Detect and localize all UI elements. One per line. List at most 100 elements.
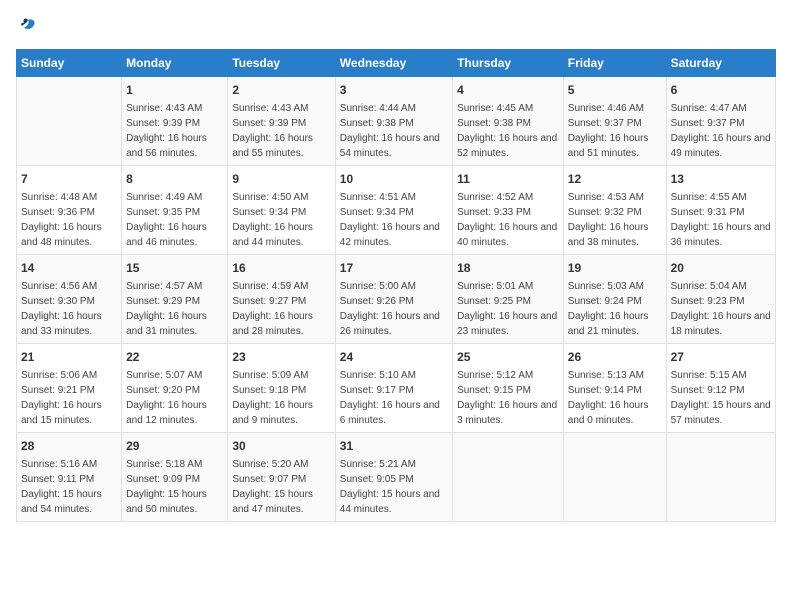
sunset: Sunset: 9:12 PM [671,385,745,396]
sunrise: Sunrise: 4:49 AM [126,192,202,203]
day-number: 11 [457,170,559,188]
day-number: 6 [671,81,771,99]
calendar-cell: 21 Sunrise: 5:06 AM Sunset: 9:21 PM Dayl… [17,344,122,433]
calendar-cell [666,433,775,522]
day-number: 17 [340,259,448,277]
calendar-cell: 11 Sunrise: 4:52 AM Sunset: 9:33 PM Dayl… [453,166,564,255]
sunrise: Sunrise: 5:00 AM [340,281,416,292]
day-info: Sunrise: 4:50 AM Sunset: 9:34 PM Dayligh… [232,190,330,250]
calendar-cell: 5 Sunrise: 4:46 AM Sunset: 9:37 PM Dayli… [563,77,666,166]
day-info: Sunrise: 5:16 AM Sunset: 9:11 PM Dayligh… [21,457,117,517]
logo [16,16,38,41]
day-info: Sunrise: 5:20 AM Sunset: 9:07 PM Dayligh… [232,457,330,517]
day-info: Sunrise: 4:43 AM Sunset: 9:39 PM Dayligh… [126,101,223,161]
calendar-cell [453,433,564,522]
day-info: Sunrise: 5:01 AM Sunset: 9:25 PM Dayligh… [457,279,559,339]
calendar-cell: 17 Sunrise: 5:00 AM Sunset: 9:26 PM Dayl… [335,255,452,344]
calendar-body: 1 Sunrise: 4:43 AM Sunset: 9:39 PM Dayli… [17,77,776,522]
calendar-cell: 14 Sunrise: 4:56 AM Sunset: 9:30 PM Dayl… [17,255,122,344]
day-info: Sunrise: 4:51 AM Sunset: 9:34 PM Dayligh… [340,190,448,250]
week-row-5: 28 Sunrise: 5:16 AM Sunset: 9:11 PM Dayl… [17,433,776,522]
sunset: Sunset: 9:38 PM [457,118,531,129]
day-info: Sunrise: 5:06 AM Sunset: 9:21 PM Dayligh… [21,368,117,428]
calendar-cell: 3 Sunrise: 4:44 AM Sunset: 9:38 PM Dayli… [335,77,452,166]
day-info: Sunrise: 4:43 AM Sunset: 9:39 PM Dayligh… [232,101,330,161]
calendar-cell: 31 Sunrise: 5:21 AM Sunset: 9:05 PM Dayl… [335,433,452,522]
daylight: Daylight: 16 hours and 38 minutes. [568,222,649,248]
day-info: Sunrise: 4:49 AM Sunset: 9:35 PM Dayligh… [126,190,223,250]
sunrise: Sunrise: 5:04 AM [671,281,747,292]
day-number: 27 [671,348,771,366]
week-row-1: 1 Sunrise: 4:43 AM Sunset: 9:39 PM Dayli… [17,77,776,166]
day-info: Sunrise: 4:52 AM Sunset: 9:33 PM Dayligh… [457,190,559,250]
weekday-header-thursday: Thursday [453,50,564,77]
daylight: Daylight: 16 hours and 40 minutes. [457,222,557,248]
sunset: Sunset: 9:25 PM [457,296,531,307]
sunset: Sunset: 9:32 PM [568,207,642,218]
day-number: 26 [568,348,662,366]
day-number: 21 [21,348,117,366]
sunset: Sunset: 9:23 PM [671,296,745,307]
sunrise: Sunrise: 4:47 AM [671,103,747,114]
sunrise: Sunrise: 4:50 AM [232,192,308,203]
calendar-cell: 8 Sunrise: 4:49 AM Sunset: 9:35 PM Dayli… [122,166,228,255]
daylight: Daylight: 15 hours and 44 minutes. [340,489,440,515]
day-number: 23 [232,348,330,366]
calendar-cell: 19 Sunrise: 5:03 AM Sunset: 9:24 PM Dayl… [563,255,666,344]
calendar-cell: 25 Sunrise: 5:12 AM Sunset: 9:15 PM Dayl… [453,344,564,433]
daylight: Daylight: 16 hours and 18 minutes. [671,311,771,337]
day-number: 20 [671,259,771,277]
sunset: Sunset: 9:34 PM [232,207,306,218]
calendar-table: SundayMondayTuesdayWednesdayThursdayFrid… [16,49,776,522]
day-info: Sunrise: 4:48 AM Sunset: 9:36 PM Dayligh… [21,190,117,250]
day-info: Sunrise: 5:13 AM Sunset: 9:14 PM Dayligh… [568,368,662,428]
sunset: Sunset: 9:37 PM [568,118,642,129]
sunrise: Sunrise: 4:43 AM [232,103,308,114]
daylight: Daylight: 16 hours and 55 minutes. [232,133,313,159]
daylight: Daylight: 16 hours and 3 minutes. [457,400,557,426]
daylight: Daylight: 16 hours and 15 minutes. [21,400,102,426]
calendar-cell: 13 Sunrise: 4:55 AM Sunset: 9:31 PM Dayl… [666,166,775,255]
calendar-cell: 16 Sunrise: 4:59 AM Sunset: 9:27 PM Dayl… [228,255,335,344]
day-number: 10 [340,170,448,188]
sunrise: Sunrise: 5:07 AM [126,370,202,381]
day-info: Sunrise: 4:59 AM Sunset: 9:27 PM Dayligh… [232,279,330,339]
daylight: Daylight: 16 hours and 46 minutes. [126,222,207,248]
sunset: Sunset: 9:24 PM [568,296,642,307]
sunrise: Sunrise: 4:51 AM [340,192,416,203]
calendar-cell: 10 Sunrise: 4:51 AM Sunset: 9:34 PM Dayl… [335,166,452,255]
daylight: Daylight: 15 hours and 57 minutes. [671,400,771,426]
daylight: Daylight: 16 hours and 28 minutes. [232,311,313,337]
day-info: Sunrise: 5:10 AM Sunset: 9:17 PM Dayligh… [340,368,448,428]
day-number: 19 [568,259,662,277]
daylight: Daylight: 16 hours and 26 minutes. [340,311,440,337]
sunrise: Sunrise: 5:01 AM [457,281,533,292]
sunrise: Sunrise: 5:09 AM [232,370,308,381]
day-number: 7 [21,170,117,188]
sunset: Sunset: 9:29 PM [126,296,200,307]
sunset: Sunset: 9:18 PM [232,385,306,396]
day-info: Sunrise: 4:45 AM Sunset: 9:38 PM Dayligh… [457,101,559,161]
daylight: Daylight: 16 hours and 44 minutes. [232,222,313,248]
day-number: 31 [340,437,448,455]
day-info: Sunrise: 5:07 AM Sunset: 9:20 PM Dayligh… [126,368,223,428]
weekday-header-row: SundayMondayTuesdayWednesdayThursdayFrid… [17,50,776,77]
day-number: 13 [671,170,771,188]
day-info: Sunrise: 5:18 AM Sunset: 9:09 PM Dayligh… [126,457,223,517]
sunrise: Sunrise: 5:13 AM [568,370,644,381]
day-info: Sunrise: 4:56 AM Sunset: 9:30 PM Dayligh… [21,279,117,339]
day-number: 22 [126,348,223,366]
sunrise: Sunrise: 5:20 AM [232,459,308,470]
weekday-header-tuesday: Tuesday [228,50,335,77]
sunset: Sunset: 9:21 PM [21,385,95,396]
sunset: Sunset: 9:15 PM [457,385,531,396]
sunrise: Sunrise: 4:52 AM [457,192,533,203]
sunset: Sunset: 9:17 PM [340,385,414,396]
sunset: Sunset: 9:26 PM [340,296,414,307]
sunrise: Sunrise: 4:44 AM [340,103,416,114]
day-number: 29 [126,437,223,455]
day-number: 8 [126,170,223,188]
day-number: 9 [232,170,330,188]
daylight: Daylight: 16 hours and 48 minutes. [21,222,102,248]
sunset: Sunset: 9:38 PM [340,118,414,129]
